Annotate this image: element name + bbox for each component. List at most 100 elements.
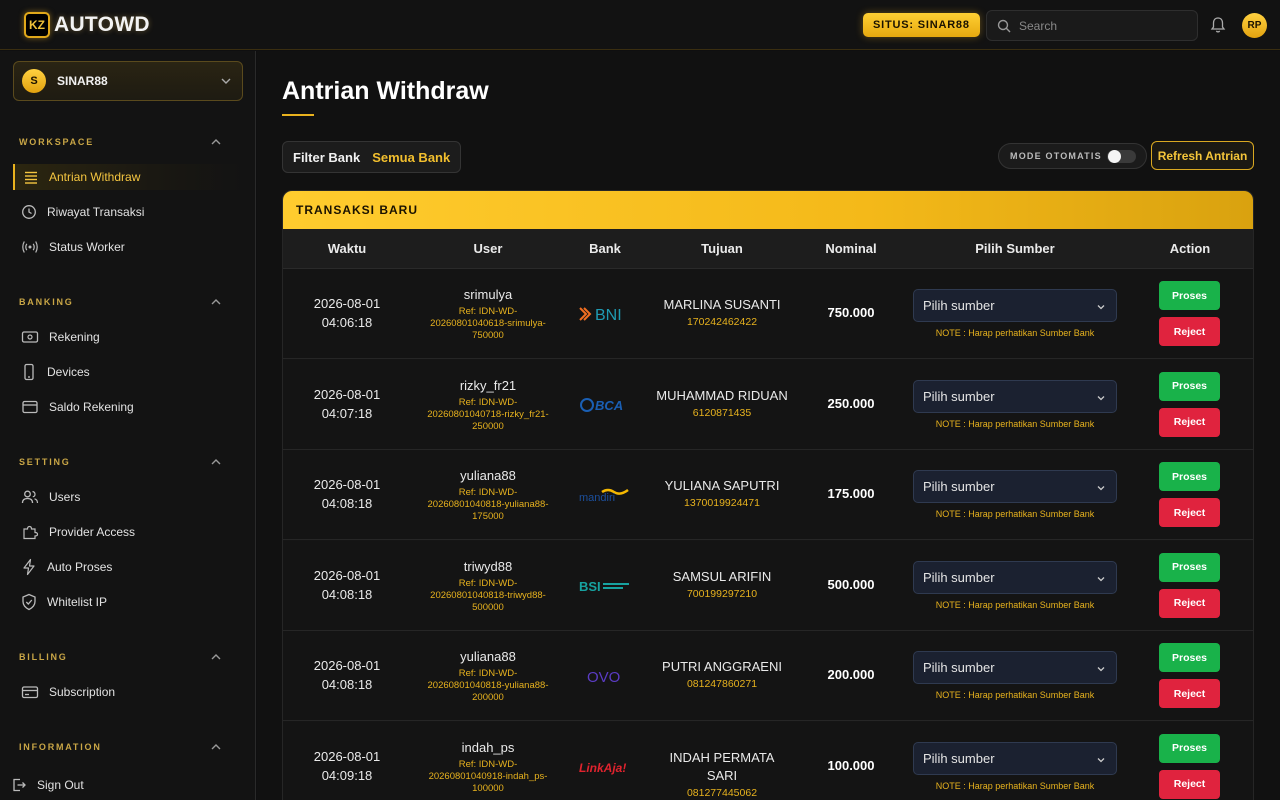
table-row: 2026-08-01 04:08:18 triwyd88 Ref: IDN-WD- 20… — [283, 540, 1253, 631]
proses-button[interactable]: Proses — [1159, 462, 1220, 491]
user-name: triwyd88 — [463, 558, 513, 574]
source-select[interactable]: Pilih sumber — [913, 289, 1117, 322]
sidebar-item-label: Users — [49, 490, 81, 504]
sidebar-item-whitelist-ip[interactable]: Whitelist IP — [13, 589, 243, 615]
user-ref: Ref: IDN-WD- 20260801040818-yuliana88- 200… — [418, 668, 558, 704]
row-date: 2026-08-01 — [313, 567, 381, 583]
select-value: Pilih sumber — [923, 750, 995, 766]
chevron-up-icon[interactable] — [210, 296, 222, 308]
select-value: Pilih sumber — [923, 479, 995, 494]
user-ref: Ref: IDN-WD- 20260801040818-yuliana88- 175… — [418, 487, 558, 523]
sidebar-item-label: Rekening — [49, 330, 100, 344]
row-tujuan: MARLINA SUSANTI 170242462422 — [647, 296, 797, 330]
logo[interactable]: KZ AUTOWD — [24, 12, 150, 38]
sidebar-item-rekening[interactable]: Rekening — [13, 324, 243, 350]
row-actions: Proses Reject — [1159, 643, 1221, 708]
source-note: NOTE : Harap perhatikan Sumber Bank — [935, 780, 1095, 791]
sidebar: S SINAR88 WORKSPACE Antrian Withdraw Riw… — [0, 51, 256, 800]
sidebar-item-users[interactable]: Users — [13, 484, 243, 510]
reject-button[interactable]: Reject — [1159, 498, 1220, 527]
row-clock: 04:09:18 — [321, 767, 373, 783]
source-select[interactable]: Pilih sumber — [913, 651, 1117, 684]
table-row: 2026-08-01 04:09:18 indah_ps Ref: IDN-WD- 20… — [283, 721, 1253, 800]
auto-mode-toggle[interactable]: MODE OTOMATIS — [998, 143, 1147, 169]
sidebar-item-subscription[interactable]: Subscription — [13, 679, 243, 705]
sidebar-item-provider-access[interactable]: Provider Access — [13, 519, 243, 545]
row-sumber: Pilih sumber NOTE : Harap perhatikan Sumb… — [913, 651, 1117, 700]
user-avatar[interactable]: RP — [1242, 13, 1267, 38]
reject-button[interactable]: Reject — [1159, 317, 1220, 346]
svg-text:BSI: BSI — [579, 579, 601, 594]
row-tujuan: MUHAMMAD RIDUAN 6120871435 — [647, 387, 797, 421]
proses-button[interactable]: Proses — [1159, 552, 1220, 582]
reject-button[interactable]: Reject — [1159, 588, 1220, 618]
row-tujuan: SAMSUL ARIFIN 700199297210 — [647, 568, 797, 602]
bni-logo: BNI — [575, 302, 635, 326]
proses-button[interactable]: Proses — [1159, 281, 1220, 310]
bca-logo: BCA — [575, 393, 635, 417]
source-select[interactable]: Pilih sumber — [913, 470, 1117, 503]
source-note: NOTE : Harap perhatikan Sumber Bank — [935, 509, 1095, 519]
proses-button[interactable]: Proses — [1159, 643, 1220, 672]
row-actions: Proses Reject — [1159, 371, 1221, 437]
search-input[interactable] — [1019, 18, 1189, 33]
sidebar-item-status-worker[interactable]: Status Worker — [13, 234, 243, 260]
chevron-down-icon — [221, 78, 231, 84]
source-select[interactable]: Pilih sumber — [913, 560, 1117, 594]
site-selector[interactable]: S SINAR88 — [13, 61, 243, 101]
column-header-action: Action — [1169, 241, 1211, 256]
source-select[interactable]: Pilih sumber — [913, 741, 1117, 775]
chevron-down-icon — [1097, 305, 1105, 310]
sidebar-item-label: Devices — [47, 365, 90, 379]
notification-bell-icon[interactable] — [1210, 16, 1226, 39]
sidebar-item-sign-out[interactable]: Sign Out — [3, 772, 233, 798]
recipient-name: INDAH PERMATA SARI — [647, 749, 797, 785]
source-select[interactable]: Pilih sumber — [913, 379, 1117, 413]
site-name: SINAR88 — [57, 74, 108, 88]
user-ref: Ref: IDN-WD- 20260801040718-rizky_fr21- 25… — [418, 397, 558, 433]
row-time: 2026-08-01 04:08:18 — [287, 656, 407, 694]
row-time: 2026-08-01 04:07:18 — [287, 385, 407, 423]
column-header-tujuan: Tujuan — [701, 241, 743, 256]
row-time: 2026-08-01 04:08:18 — [287, 475, 407, 513]
site-badge[interactable]: SITUS: SINAR88 — [863, 13, 980, 37]
bank-filter[interactable]: Filter Bank Semua Bank — [282, 141, 462, 173]
account-number: 170242462422 — [686, 316, 758, 328]
row-nominal: 250.000 — [827, 395, 875, 411]
sidebar-item-antrian-withdraw[interactable]: Antrian Withdraw — [13, 164, 243, 190]
search-box[interactable] — [986, 10, 1198, 41]
chevron-up-icon[interactable] — [210, 651, 222, 663]
sidebar-item-saldo-rekening[interactable]: Saldo Rekening — [13, 394, 243, 420]
toggle-switch[interactable] — [1107, 150, 1136, 163]
filter-value[interactable]: Semua Bank — [372, 150, 450, 165]
chevron-up-icon[interactable] — [210, 456, 222, 468]
sidebar-item-devices[interactable]: Devices — [13, 359, 243, 385]
sidebar-item-riwayat-transaksi[interactable]: Riwayat Transaksi — [13, 199, 243, 225]
source-note: NOTE : Harap perhatikan Sumber Bank — [935, 599, 1095, 610]
reject-button[interactable]: Reject — [1159, 679, 1220, 708]
chevron-down-icon — [1097, 667, 1105, 672]
reject-button[interactable]: Reject — [1159, 407, 1220, 437]
account-number: 081247860271 — [686, 678, 758, 690]
row-user: triwyd88 Ref: IDN-WD- 20260801040818-triwy… — [418, 558, 558, 614]
ref-line: Ref: IDN-WD- — [458, 758, 518, 770]
logo-text: AUTOWD — [54, 13, 150, 36]
proses-button[interactable]: Proses — [1159, 733, 1220, 763]
chevron-up-icon[interactable] — [210, 136, 222, 148]
recipient-name: YULIANA SAPUTRI — [647, 477, 797, 495]
reject-button[interactable]: Reject — [1159, 769, 1220, 799]
proses-button[interactable]: Proses — [1159, 371, 1220, 401]
svg-text:OVO: OVO — [587, 669, 620, 685]
chevron-up-icon[interactable] — [210, 741, 222, 753]
main-content: Antrian Withdraw Filter Bank Semua Bank … — [257, 51, 1280, 800]
ref-line: 20260801040618-srimulya- — [430, 318, 546, 329]
refresh-button[interactable]: Refresh Antrian — [1151, 141, 1254, 170]
ref-line: 20260801040818-triwyd88- — [430, 589, 546, 601]
ref-line: 20260801040718-rizky_fr21- — [427, 408, 549, 420]
ovo-logo: OVO — [575, 664, 635, 688]
title-underline — [282, 114, 314, 116]
sidebar-item-auto-proses[interactable]: Auto Proses — [13, 554, 243, 580]
source-note: NOTE : Harap perhatikan Sumber Bank — [935, 328, 1095, 338]
sign-out-icon — [13, 778, 26, 792]
row-user: yuliana88 Ref: IDN-WD- 20260801040818-yuli… — [418, 467, 558, 523]
